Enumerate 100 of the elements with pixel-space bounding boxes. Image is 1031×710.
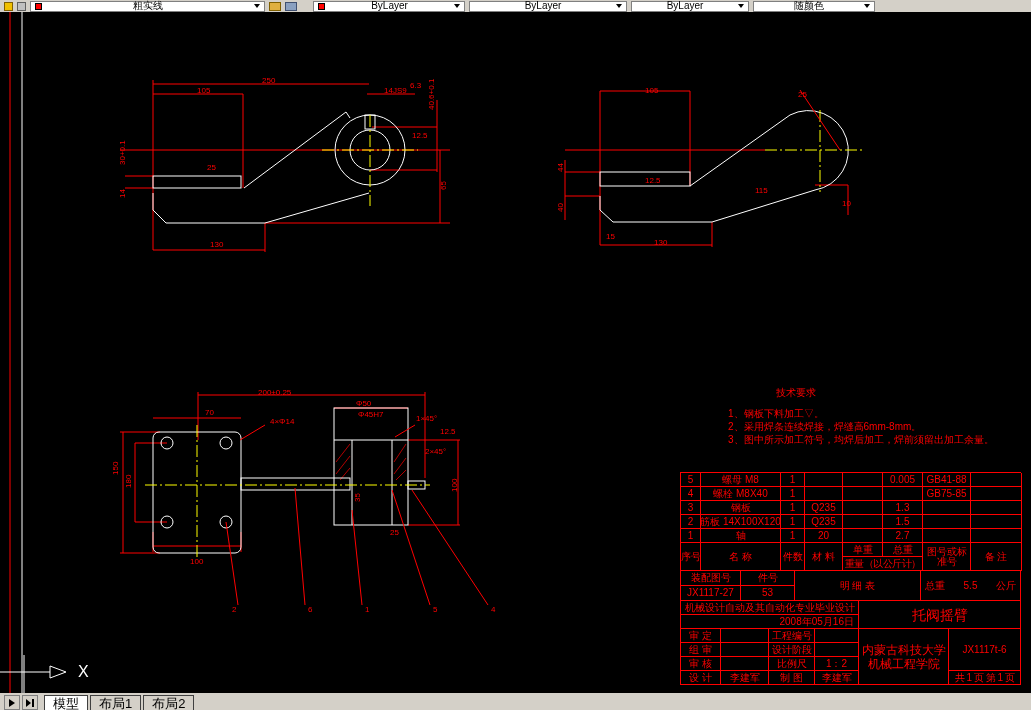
dimension-label: 12.5 — [440, 427, 456, 436]
dimension-label: 25 — [798, 90, 807, 99]
dimension-label: Φ45H7 — [358, 410, 384, 419]
table-cell — [971, 515, 1022, 529]
requirements-title: 技术要求 — [775, 388, 817, 398]
dimension-label: 4 — [491, 605, 496, 614]
leader-line — [799, 89, 841, 151]
table-cell: 设 计 — [681, 671, 721, 685]
table-cell: 李建军 — [721, 671, 769, 685]
dimension-label: 35 — [353, 493, 362, 502]
dimension-label: 2×45° — [425, 447, 447, 456]
dimension-label: 10 — [842, 199, 851, 208]
table-cell: 3 — [681, 501, 701, 515]
table-cell: 备 注 — [971, 543, 1022, 571]
dimension-label: 100 — [190, 557, 204, 566]
dimension-label: Φ50 — [356, 399, 372, 408]
table-cell: 1.5 — [883, 515, 923, 529]
table-cell — [721, 629, 769, 643]
dimension-label: 2 — [232, 605, 237, 614]
dimension-label: 1×45° — [416, 414, 438, 423]
color-dropdown[interactable]: ByLayer — [313, 0, 465, 12]
table-cell: 20 — [805, 529, 843, 543]
table-cell — [971, 529, 1022, 543]
table-cell: 审 定 — [681, 629, 721, 643]
layout-tab[interactable]: 布局1 — [90, 695, 142, 710]
dimension-label: 44 — [556, 163, 565, 172]
table-cell — [971, 473, 1022, 487]
requirement-text: 2、采用焊条连续焊接，焊缝高6mm-8mm。 — [728, 422, 923, 432]
linetype-dropdown[interactable]: ByLayer — [469, 0, 627, 12]
dimension-label: 14JS9 — [384, 86, 407, 95]
table-cell: 名 称 — [701, 543, 781, 571]
table-cell: 图号或标准号 — [923, 543, 971, 571]
table-cell: 4 — [681, 487, 701, 501]
dimension-label: 130 — [210, 240, 224, 249]
dimension-label: 115 — [755, 186, 768, 195]
last-tab-button[interactable] — [22, 695, 38, 710]
table-cell — [923, 515, 971, 529]
requirement-text: 3、图中所示加工符号，均焊后加工，焊前须留出加工余量。 — [728, 435, 994, 445]
dimension-label: 40.6+0.1 — [427, 78, 436, 110]
next-tab-button[interactable] — [4, 695, 20, 710]
dimension-label: 14 — [118, 189, 127, 198]
total-weight-value: 5.5 — [963, 579, 978, 593]
table-cell: 1 — [781, 473, 805, 487]
dimension-label: 105 — [645, 86, 659, 95]
dimension-label: 40 — [556, 203, 565, 212]
layout-tab[interactable]: 模型 — [44, 695, 88, 710]
table-cell: 1 — [681, 529, 701, 543]
layer-dropdown[interactable]: 粗实线 — [30, 0, 265, 12]
table-cell — [815, 629, 859, 643]
dimension-label: 12.5 — [412, 131, 428, 140]
table-cell: 序号 — [681, 543, 701, 571]
table-cell: 比例尺 — [769, 657, 815, 671]
table-cell: 1.3 — [883, 501, 923, 515]
table-cell: 机械设计自动及其自动化专业毕业设计 — [681, 601, 859, 615]
layout-tab[interactable]: 布局2 — [143, 695, 195, 710]
dimension-label: 150 — [111, 461, 120, 475]
table-cell: JX1117-27 — [681, 586, 741, 601]
table-cell: 筋板 14X100X120 — [701, 515, 781, 529]
table-cell — [843, 487, 883, 501]
dropdown-caret-icon — [454, 4, 460, 8]
table-cell: 装配图号 — [681, 571, 741, 586]
table-cell: 设计阶段 — [769, 643, 815, 657]
dimension-label: 200±0.25 — [258, 388, 292, 397]
table-cell — [923, 529, 971, 543]
dimension-label: 70 — [205, 408, 214, 417]
table-cell — [923, 501, 971, 515]
lineweight-dropdown[interactable]: ByLayer — [631, 0, 749, 12]
table-cell: JX1117t-6 — [949, 629, 1021, 671]
table-cell: 托阀摇臂 — [859, 601, 1021, 629]
table-cell — [843, 501, 883, 515]
table-cell — [805, 473, 843, 487]
school-name: 内蒙古科技大学 — [861, 643, 946, 656]
dropdown-caret-icon — [254, 4, 260, 8]
dimension-label: 4×Φ14 — [270, 417, 295, 426]
dropdown-caret-icon — [864, 4, 870, 8]
table-cell: GB75-85 — [923, 487, 971, 501]
table-cell: 件数 — [781, 543, 805, 571]
table-cell: 53 — [741, 586, 795, 601]
table-cell: 2.7 — [883, 529, 923, 543]
table-cell: 重量（以公斤计） — [843, 557, 923, 571]
table-cell: GB41-88 — [923, 473, 971, 487]
leader-line — [394, 424, 416, 438]
leader-line — [239, 424, 266, 441]
table-cell: 钢板 — [701, 501, 781, 515]
dimension-label: 250 — [262, 76, 276, 85]
table-cell: 0.005 — [883, 473, 923, 487]
table-cell: Q235 — [805, 501, 843, 515]
table-cell: 5 — [681, 473, 701, 487]
dimension-label: 25 — [390, 528, 399, 537]
dimension-label: 30+0.1 — [118, 140, 127, 165]
table-cell — [721, 657, 769, 671]
dimension-label: 12.5 — [645, 176, 661, 185]
table-cell: 1 — [781, 515, 805, 529]
table-cell: 李建军 — [815, 671, 859, 685]
plot-style-dropdown[interactable]: 随颜色 — [753, 0, 875, 12]
dimension-label: 180 — [124, 474, 133, 488]
play-icon — [9, 698, 15, 707]
table-cell: 单重 — [843, 543, 883, 557]
table-cell: 共 1 页 第 1 页 — [949, 671, 1021, 685]
color-swatch-icon — [318, 2, 325, 10]
